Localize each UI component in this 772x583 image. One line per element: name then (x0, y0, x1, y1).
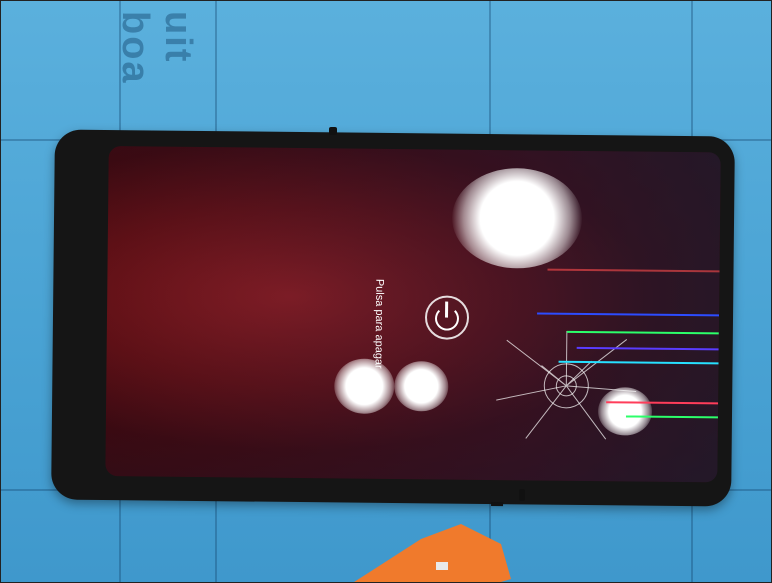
glare-reflection (333, 358, 395, 415)
lock-screen-text: Pulsa para apagar (372, 278, 386, 369)
phone: Pulsa para apagar (51, 129, 735, 507)
loose-part (519, 489, 525, 501)
photo-frame: uit boa Pulsa para apagar (0, 0, 772, 583)
power-icon (424, 295, 470, 340)
loose-part (329, 127, 337, 135)
orange-plastic-opening-tool (354, 524, 511, 582)
phone-screen: Pulsa para apagar (105, 146, 721, 483)
mat-print: uit boa (114, 11, 199, 85)
glare-reflection (451, 167, 583, 269)
glare-reflection (394, 361, 449, 412)
